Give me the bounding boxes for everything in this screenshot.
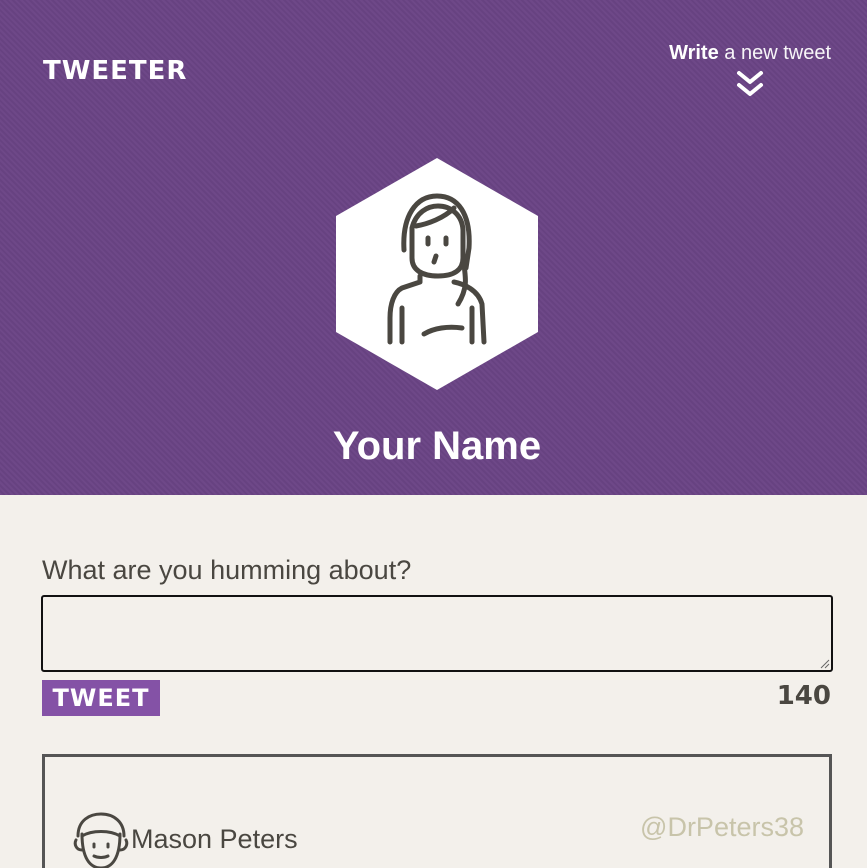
tweet-prompt-label: What are you humming about? bbox=[42, 555, 412, 585]
character-counter: 140 bbox=[776, 681, 831, 711]
write-link-bold: Write bbox=[669, 42, 719, 64]
woman-avatar-icon bbox=[336, 158, 538, 390]
tweet-author-name[interactable]: Mason Peters bbox=[131, 824, 298, 855]
profile-name: Your Name bbox=[332, 424, 542, 468]
profile-header: TWEETER Write a new tweet Your Name bbox=[0, 0, 867, 495]
tweet-author-handle[interactable]: @DrPeters38 bbox=[640, 812, 804, 843]
tweet-button[interactable]: TWEET bbox=[42, 680, 160, 716]
brand-logo[interactable]: TWEETER bbox=[43, 56, 187, 86]
man-avatar-icon bbox=[73, 812, 129, 868]
double-chevron-down-icon[interactable] bbox=[736, 70, 764, 100]
resize-grip-icon[interactable] bbox=[818, 657, 830, 669]
tweet-input[interactable] bbox=[41, 595, 833, 672]
write-new-tweet-link[interactable]: Write a new tweet bbox=[631, 42, 831, 65]
write-link-rest: a new tweet bbox=[724, 42, 831, 64]
